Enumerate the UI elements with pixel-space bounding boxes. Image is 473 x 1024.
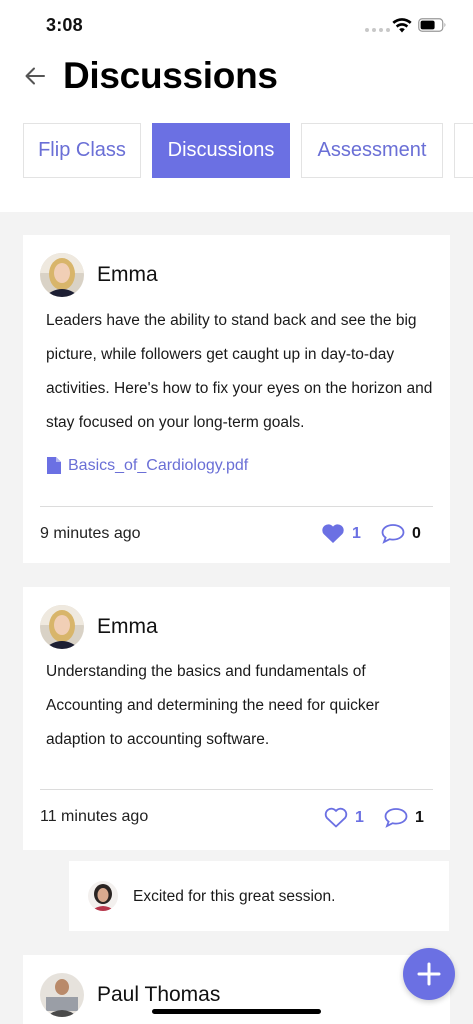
comment-count: 0 (412, 524, 421, 542)
post-author[interactable]: Paul Thomas (97, 983, 220, 1007)
avatar[interactable] (40, 253, 84, 297)
post-body: Leaders have the ability to stand back a… (46, 312, 433, 431)
discussion-post: Emma Understanding the basics and fundam… (23, 587, 450, 850)
like-button[interactable]: 1 (324, 807, 364, 828)
divider (40, 789, 433, 790)
heart-filled-icon (322, 524, 344, 543)
back-arrow-icon[interactable] (22, 64, 48, 88)
tab-assessment[interactable]: Assessment (301, 123, 443, 178)
tab-next-partial[interactable] (454, 123, 473, 178)
post-time: 11 minutes ago (40, 808, 149, 825)
comment-reply: Excited for this great session. (69, 861, 449, 931)
comment-icon (381, 524, 405, 544)
cellular-signal-icon (365, 28, 390, 32)
attachment-link[interactable]: Basics_of_Cardiology.pdf (46, 456, 248, 475)
like-button[interactable]: 1 (321, 523, 361, 544)
reply-text: Excited for this great session. (133, 888, 336, 905)
post-author[interactable]: Emma (97, 263, 158, 287)
discussion-post: Emma Leaders have the ability to stand b… (23, 235, 450, 563)
page-title: Discussions (63, 55, 278, 96)
wifi-icon (392, 18, 412, 33)
tab-bar: Flip Class Discussions Assessment (23, 123, 473, 178)
tab-flip-class[interactable]: Flip Class (23, 123, 141, 178)
battery-icon (418, 18, 446, 32)
divider (40, 506, 433, 507)
attachment-filename: Basics_of_Cardiology.pdf (68, 456, 249, 474)
avatar[interactable] (40, 973, 84, 1017)
heart-outline-icon (324, 807, 348, 828)
comment-count: 1 (415, 808, 424, 826)
top-bar: 3:08 Discussions Flip Class Discussions … (0, 0, 473, 212)
avatar[interactable] (88, 881, 118, 911)
post-body: Understanding the basics and fundamental… (46, 663, 380, 748)
comment-button[interactable]: 1 (384, 807, 424, 828)
add-post-button[interactable] (403, 948, 455, 1000)
file-icon (47, 457, 61, 474)
post-author[interactable]: Emma (97, 615, 158, 639)
like-count: 1 (352, 524, 361, 542)
tab-discussions[interactable]: Discussions (152, 123, 290, 178)
comment-button[interactable]: 0 (381, 523, 421, 544)
comment-icon (384, 808, 408, 828)
status-time: 3:08 (46, 15, 83, 35)
post-time: 9 minutes ago (40, 525, 141, 542)
plus-icon (417, 962, 441, 986)
avatar[interactable] (40, 605, 84, 649)
home-indicator (152, 1009, 321, 1014)
status-bar: 3:08 (0, 0, 473, 50)
like-count: 1 (355, 808, 364, 826)
